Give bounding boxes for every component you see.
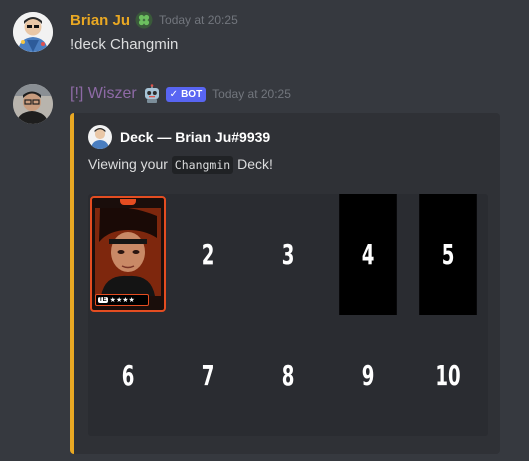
avatar-brian[interactable] bbox=[13, 12, 53, 52]
card-top-tab bbox=[120, 199, 136, 205]
deck-name-code: Changmin bbox=[171, 156, 234, 174]
deck-slot-9: 9 bbox=[361, 359, 375, 392]
deck-slot-2: 2 bbox=[201, 238, 215, 271]
deck-slot-6: 6 bbox=[121, 359, 135, 392]
deck-slot-5: 5 bbox=[419, 194, 477, 315]
deck-slot-3: 3 bbox=[281, 238, 295, 271]
avatar-wiszer[interactable] bbox=[13, 84, 53, 124]
embed: Deck — Brian Ju#9939 Viewing your Changm… bbox=[70, 113, 500, 454]
card-badge: TE bbox=[98, 297, 108, 303]
embed-author: Deck — Brian Ju#9939 bbox=[88, 125, 270, 149]
clover-icon bbox=[135, 11, 153, 29]
deck-slot-4: 4 bbox=[339, 194, 397, 315]
card-stars: ★★★★ bbox=[109, 297, 135, 304]
deck-slot-7: 7 bbox=[201, 359, 215, 392]
author-name[interactable]: [!] Wiszer bbox=[70, 85, 137, 103]
timestamp[interactable]: Today at 20:25 bbox=[159, 13, 238, 27]
deck-image[interactable]: TE ★★★★ 2 3 4 5 6 7 8 9 10 bbox=[88, 194, 488, 436]
deck-slot-10: 10 bbox=[435, 359, 461, 392]
embed-description: Viewing your Changmin Deck! bbox=[88, 156, 273, 174]
deck-slot-1: TE ★★★★ bbox=[88, 194, 168, 315]
photocard: TE ★★★★ bbox=[90, 196, 166, 312]
robot-icon bbox=[142, 84, 162, 104]
author-name[interactable]: Brian Ju bbox=[70, 12, 130, 29]
embed-author-avatar bbox=[88, 125, 112, 149]
bot-label: BOT bbox=[181, 88, 203, 100]
card-rarity-bar: TE ★★★★ bbox=[95, 294, 149, 306]
card-photo bbox=[95, 208, 161, 296]
message-brian: Brian Ju Today at 20:25 !deck Changmin bbox=[0, 0, 529, 70]
embed-author-name: Deck — Brian Ju#9939 bbox=[120, 129, 271, 145]
bot-tag: ✓ BOT bbox=[165, 86, 207, 102]
verified-check-icon: ✓ bbox=[169, 88, 179, 100]
timestamp[interactable]: Today at 20:25 bbox=[212, 87, 291, 101]
message-content: !deck Changmin bbox=[70, 36, 179, 53]
desc-text-pre: Viewing your bbox=[88, 156, 168, 172]
desc-text-post: Deck! bbox=[237, 156, 273, 172]
deck-slot-8: 8 bbox=[281, 359, 295, 392]
